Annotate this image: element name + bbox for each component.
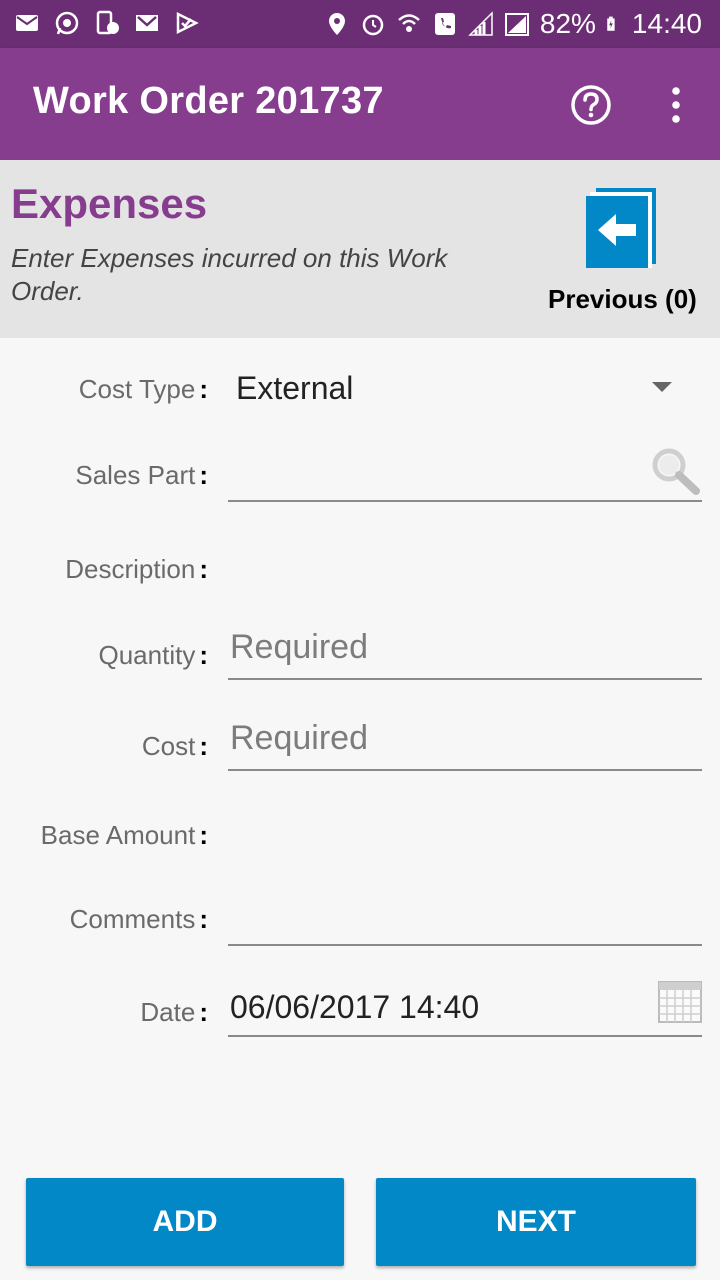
- cost-placeholder: Required: [230, 719, 368, 757]
- section-subtitle: Enter Expenses incurred on this Work Ord…: [11, 243, 448, 306]
- status-bar: 82% 14:40: [0, 0, 720, 48]
- calendar-icon[interactable]: [658, 981, 702, 1023]
- next-button[interactable]: NEXT: [376, 1178, 696, 1266]
- cost-type-value: External: [236, 370, 354, 406]
- previous-records-icon[interactable]: [584, 186, 660, 270]
- system-icons: 82% 14:40: [324, 8, 702, 40]
- comments-label: Comments:: [69, 904, 208, 934]
- cost-type-label: Cost Type:: [78, 374, 208, 404]
- base-amount-label: Base Amount:: [40, 820, 208, 850]
- comments-input[interactable]: [228, 894, 702, 946]
- app-toolbar: Work Order 201737: [0, 48, 720, 160]
- alarm-icon: [362, 14, 384, 36]
- cost-type-dropdown[interactable]: External: [228, 364, 702, 414]
- sales-part-label: Sales Part:: [75, 460, 208, 490]
- mail-icon: [16, 15, 38, 31]
- battery-charging-icon: [607, 16, 615, 31]
- quantity-input[interactable]: Required: [228, 628, 702, 680]
- location-icon: [328, 13, 345, 35]
- clock: 14:40: [631, 8, 702, 39]
- notification-icons: [14, 10, 200, 36]
- date-value: 06/06/2017 14:40: [230, 989, 480, 1025]
- section-title: Expenses: [11, 180, 208, 227]
- quantity-label: Quantity:: [98, 640, 209, 670]
- date-input[interactable]: 06/06/2017 14:40: [228, 981, 702, 1037]
- phone-call-icon: [434, 13, 455, 35]
- cost-input[interactable]: Required: [228, 719, 702, 771]
- previous-button-label[interactable]: Previous (0): [548, 284, 697, 315]
- page-title: Work Order 201737: [33, 80, 384, 122]
- description-label: Description:: [65, 554, 208, 584]
- no-sim-icon: [504, 13, 529, 36]
- battery-percent: 82%: [539, 8, 596, 39]
- whatsapp-icon: [55, 11, 79, 35]
- gmail-icon: [136, 15, 158, 31]
- cost-label: Cost:: [141, 731, 208, 761]
- sales-part-input[interactable]: [228, 448, 702, 502]
- date-label: Date:: [140, 997, 208, 1027]
- section-header: Expenses Enter Expenses incurred on this…: [0, 160, 720, 338]
- dropdown-arrow-icon: [652, 382, 672, 392]
- phone-clock-icon: [96, 10, 119, 35]
- base-amount-value: [228, 810, 702, 860]
- wifi-call-icon: [398, 14, 420, 32]
- quantity-placeholder: Required: [230, 628, 368, 666]
- help-icon[interactable]: [570, 84, 612, 126]
- check-flag-icon: [176, 11, 199, 35]
- description-value: [228, 544, 702, 594]
- more-options-icon[interactable]: [660, 84, 692, 126]
- signal-icon: [468, 11, 493, 36]
- search-icon[interactable]: [648, 444, 702, 498]
- add-button[interactable]: ADD: [26, 1178, 344, 1266]
